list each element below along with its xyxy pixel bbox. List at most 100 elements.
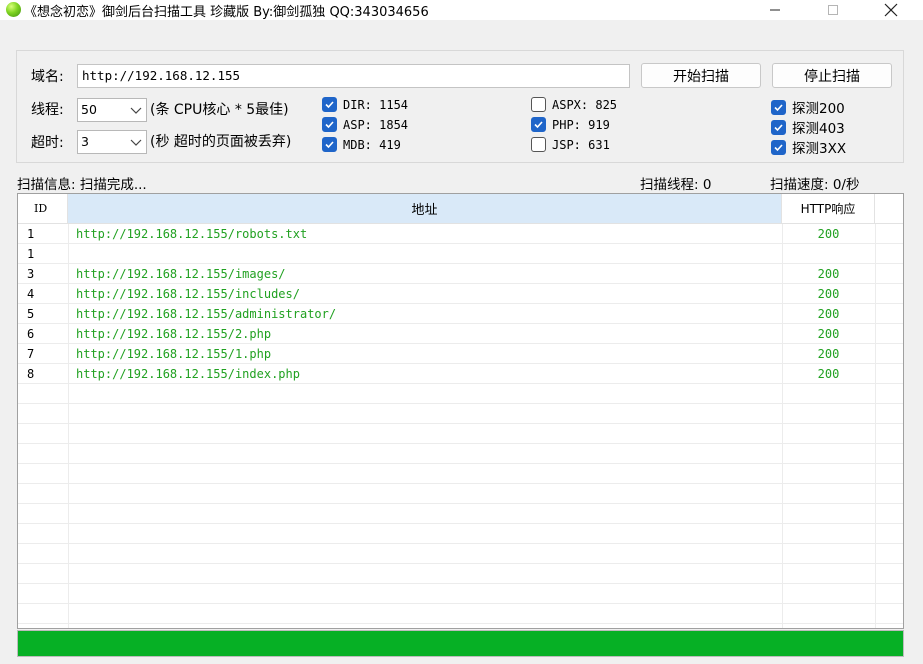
cell-id: 6: [27, 327, 35, 341]
checkbox-checked-icon: [771, 119, 786, 135]
minimize-button[interactable]: [751, 0, 799, 20]
cell-id: 7: [27, 347, 35, 361]
probe-checkbox-200[interactable]: 探测200: [771, 97, 845, 117]
checkbox-checked-icon: [771, 139, 786, 155]
dict-checkbox-asp[interactable]: ASP: 1854: [322, 117, 408, 132]
empty-table-row: [18, 384, 903, 404]
scan-threads: 扫描线程: 0: [640, 177, 712, 193]
timeout-value: 3: [81, 134, 89, 149]
timeout-hint: (秒 超时的页面被丢弃): [150, 134, 292, 150]
timeout-select[interactable]: 3: [77, 130, 147, 154]
dict-checkbox-mdb[interactable]: MDB: 419: [322, 137, 401, 152]
column-header-address[interactable]: 地址: [68, 194, 782, 224]
start-scan-button[interactable]: 开始扫描: [641, 63, 761, 88]
cell-id: 3: [27, 267, 35, 281]
cell-http-code: 200: [817, 367, 840, 381]
probe-checkbox-3xx[interactable]: 探测3XX: [771, 137, 846, 157]
checkbox-checked-icon: [771, 99, 786, 115]
table-row[interactable]: 7 http://192.168.12.155/1.php 200: [18, 344, 903, 364]
empty-table-row: [18, 524, 903, 544]
maximize-button[interactable]: [809, 0, 857, 20]
empty-table-row: [18, 404, 903, 424]
cell-url: http://192.168.12.155/robots.txt: [76, 227, 308, 241]
threads-label: 线程:: [31, 102, 64, 118]
close-icon: [884, 3, 898, 17]
dict-label-mdb: MDB: 419: [343, 137, 401, 152]
cell-id: 1: [27, 247, 35, 261]
domain-label: 域名:: [31, 69, 64, 85]
table-row[interactable]: 5 http://192.168.12.155/administrator/200: [18, 304, 903, 324]
dict-label-php: PHP: 919: [552, 117, 610, 132]
progress-fill: [18, 631, 903, 656]
dict-label-jsp: JSP: 631: [552, 137, 610, 152]
cell-http-code: 200: [817, 347, 840, 361]
probe-label-200: 探测200: [792, 101, 845, 117]
chevron-down-icon: [130, 107, 142, 114]
cell-id: 4: [27, 287, 35, 301]
checkbox-checked-icon: [322, 137, 337, 152]
dict-checkbox-jsp[interactable]: JSP: 631: [531, 137, 610, 152]
empty-table-row: [18, 604, 903, 624]
cell-http-code: 200: [817, 287, 840, 301]
empty-table-row: [18, 584, 903, 604]
dict-checkbox-dir[interactable]: DIR: 1154: [322, 97, 408, 112]
chevron-down-icon: [130, 139, 142, 146]
cell-id: 8: [27, 367, 35, 381]
cell-http-code: 200: [817, 267, 840, 281]
threads-value: 50: [81, 102, 97, 117]
checkbox-unchecked-icon: [531, 97, 546, 112]
dict-label-aspx: ASPX: 825: [552, 97, 618, 112]
close-button[interactable]: [867, 0, 915, 20]
empty-table-row: [18, 444, 903, 464]
checkbox-checked-icon: [531, 117, 546, 132]
cell-id: 1: [27, 227, 35, 241]
cell-http-code: 200: [817, 307, 840, 321]
results-table[interactable]: ID 地址 HTTP响应 1 http://192.168.12.155/robo…: [17, 193, 904, 629]
scan-info: 扫描信息: 扫描完成...: [17, 177, 147, 193]
cell-url: http://192.168.12.155/1.php: [76, 347, 272, 361]
empty-table-row: [18, 504, 903, 524]
scan-speed: 扫描速度: 0/秒: [770, 177, 860, 193]
dict-checkbox-php[interactable]: PHP: 919: [531, 117, 610, 132]
table-body: 1 http://192.168.12.155/robots.txt 200 1 3 ht…: [18, 224, 903, 624]
cell-http-code: 200: [817, 327, 840, 341]
table-row[interactable]: 8 http://192.168.12.155/index.php 200: [18, 364, 903, 384]
threads-select[interactable]: 50: [77, 98, 147, 122]
window-title: 《想念初恋》御剑后台扫描工具 珍藏版 By:御剑孤独 QQ:343034656: [24, 5, 429, 20]
dict-checkbox-aspx[interactable]: ASPX: 825: [531, 97, 617, 112]
cell-http-code: 200: [817, 227, 840, 241]
table-row[interactable]: 4 http://192.168.12.155/includes/200: [18, 284, 903, 304]
checkbox-checked-icon: [322, 97, 337, 112]
column-header-http[interactable]: HTTP响应: [782, 194, 875, 224]
scan-progress-bar: [17, 630, 904, 657]
cell-url: http://192.168.12.155/2.php: [76, 327, 272, 341]
column-header-id[interactable]: ID: [18, 194, 68, 224]
cell-id: 5: [27, 307, 35, 321]
probe-label-403: 探测403: [792, 121, 845, 137]
table-row[interactable]: 3 http://192.168.12.155/images/200: [18, 264, 903, 284]
cell-url: http://192.168.12.155/includes/: [76, 287, 300, 301]
empty-table-row: [18, 484, 903, 504]
threads-hint: (条 CPU核心 * 5最佳): [150, 102, 289, 118]
domain-input[interactable]: http://192.168.12.155: [77, 64, 630, 88]
empty-table-row: [18, 424, 903, 444]
cell-url: http://192.168.12.155/images/: [76, 267, 286, 281]
dict-label-dir: DIR: 1154: [343, 97, 409, 112]
column-header-filler: [875, 194, 903, 224]
empty-table-row: [18, 464, 903, 484]
empty-table-row: [18, 544, 903, 564]
checkbox-checked-icon: [322, 117, 337, 132]
table-row[interactable]: 6 http://192.168.12.155/2.php 200: [18, 324, 903, 344]
cell-url: http://192.168.12.155/administrator/: [76, 307, 337, 321]
probe-label-3xx: 探测3XX: [792, 141, 847, 157]
table-row[interactable]: 1 http://192.168.12.155/robots.txt 200: [18, 224, 903, 244]
probe-checkbox-403[interactable]: 探测403: [771, 117, 845, 137]
checkbox-unchecked-icon: [531, 137, 546, 152]
minimize-icon: [770, 9, 780, 11]
app-logo-icon: [6, 2, 21, 17]
timeout-label: 超时:: [31, 135, 64, 151]
stop-scan-button[interactable]: 停止扫描: [772, 63, 892, 88]
empty-table-row: [18, 564, 903, 584]
table-row[interactable]: 1: [18, 244, 903, 264]
cell-url: http://192.168.12.155/index.php: [76, 367, 300, 381]
